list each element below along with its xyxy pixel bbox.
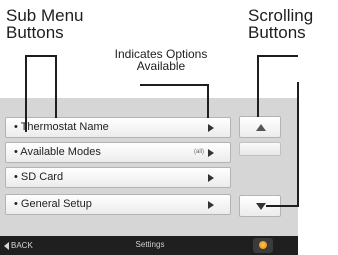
callout-lines: [25, 55, 299, 207]
sub-menu-bracket-line: [25, 55, 57, 85]
scrolling-bracket-line: [257, 55, 298, 82]
indicates-options-leader: [140, 84, 209, 118]
scroll-down-leader: [266, 82, 299, 207]
